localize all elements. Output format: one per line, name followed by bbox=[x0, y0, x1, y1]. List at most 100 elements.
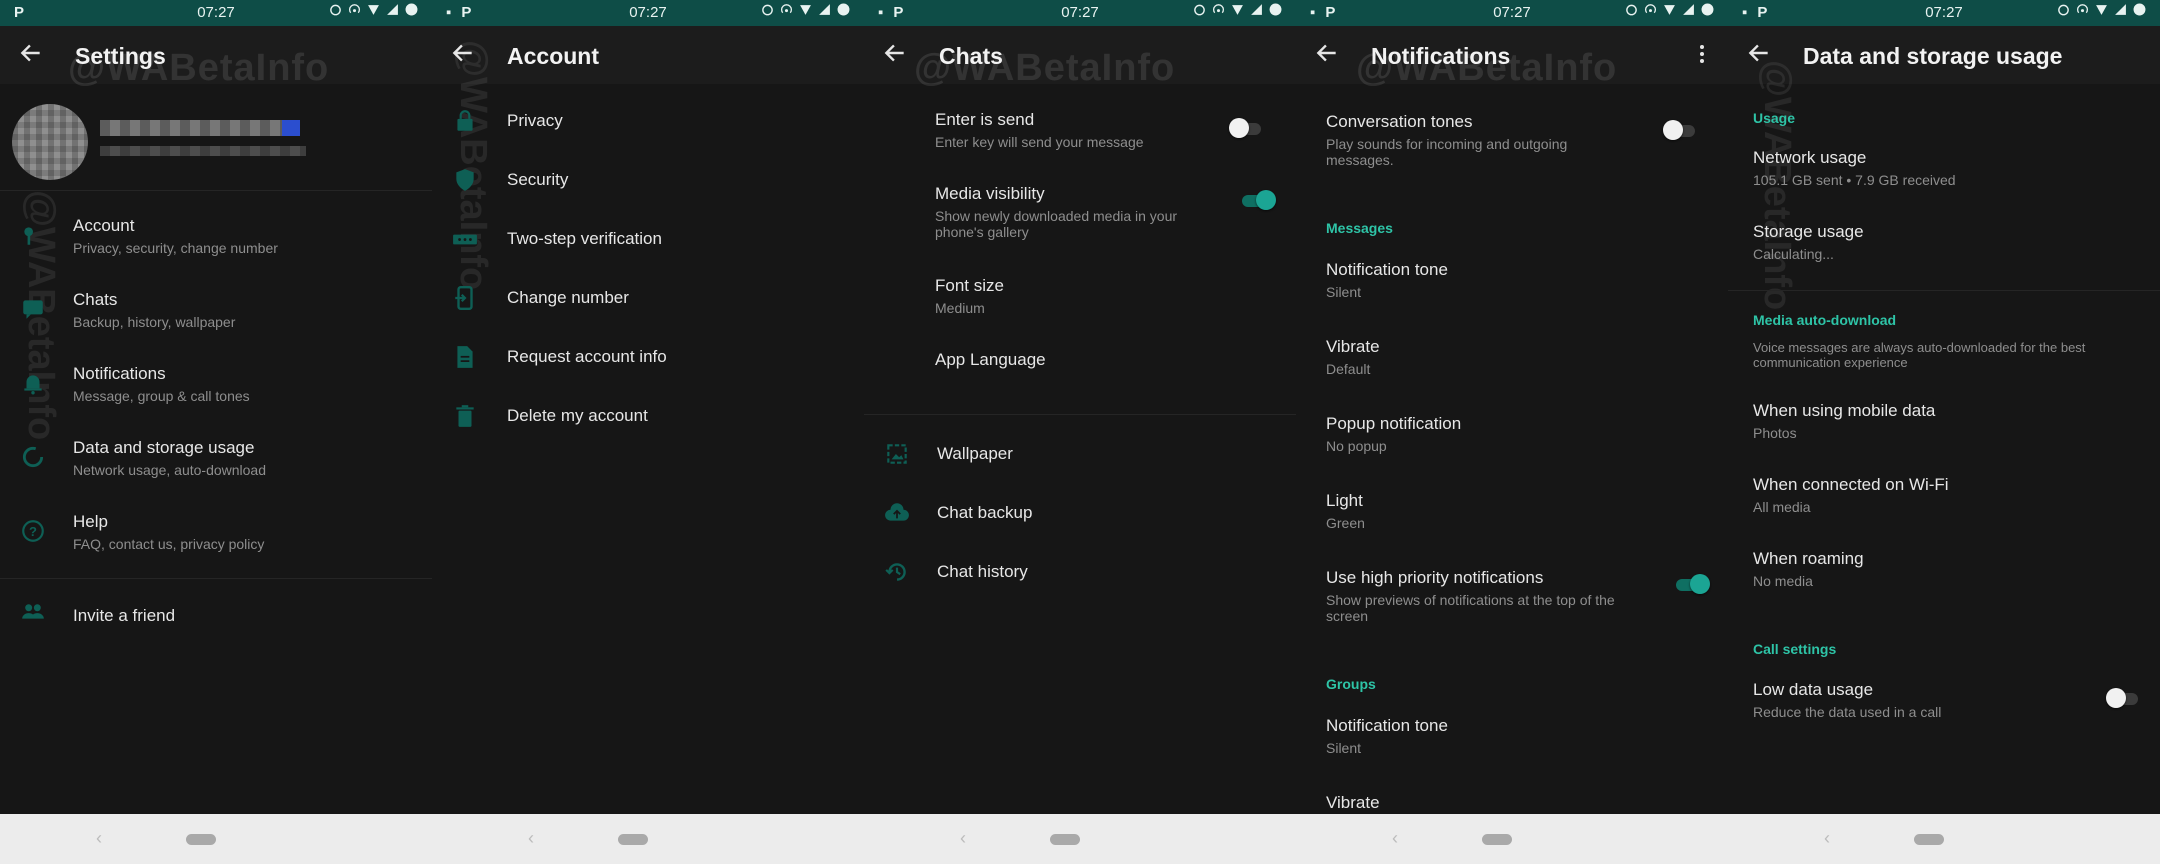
call-settings-section-header: Call settings bbox=[1753, 641, 1837, 657]
high-priority-toggle[interactable] bbox=[1674, 574, 1710, 594]
invite-friend-label: Invite a friend bbox=[73, 606, 176, 625]
back-arrow-icon[interactable] bbox=[1314, 40, 1340, 66]
auto-download-section-header: Media auto-download bbox=[1753, 312, 1897, 328]
status-right-icons bbox=[329, 3, 418, 16]
media-visibility-label: Media visibility bbox=[935, 184, 1045, 203]
nav-home-pill[interactable] bbox=[1914, 834, 1944, 845]
data-usage-icon bbox=[22, 446, 44, 468]
account-item-change-number[interactable]: Change number bbox=[432, 281, 864, 315]
media-visibility-item[interactable]: Media visibility Show newly downloaded m… bbox=[864, 182, 1296, 246]
nav-home-pill[interactable] bbox=[1482, 834, 1512, 845]
battery-icon bbox=[2133, 3, 2146, 16]
conversation-tones-sub: Play sounds for incoming and outgoing me… bbox=[1326, 136, 1568, 168]
status-right-icons bbox=[1193, 3, 1282, 16]
settings-item-label: Notifications bbox=[73, 364, 166, 383]
nav-home-pill[interactable] bbox=[618, 834, 648, 845]
watermark: @WABetaInfo bbox=[914, 47, 1176, 89]
nav-back-icon[interactable]: ‹ bbox=[96, 828, 102, 849]
settings-item-sub: Backup, history, wallpaper bbox=[73, 314, 236, 330]
conversation-tones-toggle[interactable] bbox=[1663, 120, 1697, 140]
mobile-data-item[interactable]: When using mobile data Photos bbox=[1728, 401, 2160, 447]
account-screen: ▪ P 07:27 Account @WABetaInfo Privacy Se… bbox=[432, 0, 864, 864]
account-item-privacy[interactable]: Privacy bbox=[432, 104, 864, 138]
storage-usage-item[interactable]: Storage usage Calculating... bbox=[1728, 222, 2160, 268]
cloud-upload-icon bbox=[885, 503, 909, 521]
back-arrow-icon[interactable] bbox=[882, 40, 908, 66]
wifi-icon bbox=[1232, 5, 1243, 15]
enter-is-send-toggle[interactable] bbox=[1229, 118, 1263, 138]
message-notification-tone-item[interactable]: Notification tone Silent bbox=[1296, 258, 1728, 304]
more-options-icon[interactable] bbox=[1698, 42, 1706, 66]
nav-back-icon[interactable]: ‹ bbox=[528, 828, 534, 849]
status-bar: P 07:27 bbox=[0, 0, 432, 26]
app-language-item[interactable]: App Language bbox=[864, 348, 1296, 378]
wifi-icon bbox=[800, 5, 811, 15]
status-bar: ▪ P 07:27 bbox=[1728, 0, 2160, 26]
divider bbox=[0, 190, 432, 191]
setting-value: No media bbox=[1753, 573, 1813, 589]
status-right-icons bbox=[2057, 3, 2146, 16]
account-item-security[interactable]: Security bbox=[432, 163, 864, 197]
media-visibility-toggle[interactable] bbox=[1240, 190, 1276, 210]
signal-icon bbox=[1683, 4, 1694, 15]
roaming-item[interactable]: When roaming No media bbox=[1728, 549, 2160, 595]
nav-home-pill[interactable] bbox=[1050, 834, 1080, 845]
enter-is-send-sub: Enter key will send your message bbox=[935, 134, 1144, 150]
settings-item-label: Help bbox=[73, 512, 108, 531]
account-item-label: Privacy bbox=[507, 111, 563, 130]
low-data-usage-item[interactable]: Low data usage Reduce the data used in a… bbox=[1728, 680, 2160, 726]
nav-back-icon[interactable]: ‹ bbox=[1392, 828, 1398, 849]
avatar[interactable] bbox=[12, 104, 88, 180]
conversation-tones-item[interactable]: Conversation tones Play sounds for incom… bbox=[1296, 110, 1728, 168]
watermark: @WABetaInfo bbox=[68, 47, 330, 89]
group-notification-tone-item[interactable]: Notification tone Silent bbox=[1296, 714, 1728, 760]
back-arrow-icon[interactable] bbox=[18, 40, 44, 66]
nav-back-icon[interactable]: ‹ bbox=[960, 828, 966, 849]
settings-item-sub: Message, group & call tones bbox=[73, 388, 250, 404]
profile-name-blurred[interactable] bbox=[100, 120, 300, 136]
account-item-request-info[interactable]: Request account info bbox=[432, 340, 864, 374]
wallpaper-label: Wallpaper bbox=[937, 444, 1013, 463]
nav-back-icon[interactable]: ‹ bbox=[1824, 828, 1830, 849]
status-bar: ▪ P 07:27 bbox=[1296, 0, 1728, 26]
setting-label: Popup notification bbox=[1326, 414, 1462, 433]
setting-value: All media bbox=[1753, 499, 1811, 515]
data-storage-screen: ▪ P 07:27 Data and storage usage @WABeta… bbox=[1728, 0, 2160, 864]
page-title: Account bbox=[507, 43, 599, 69]
divider bbox=[864, 414, 1296, 415]
light-item[interactable]: Light Green bbox=[1296, 489, 1728, 535]
chat-history-item[interactable]: Chat history bbox=[864, 555, 1296, 589]
setting-label: Storage usage bbox=[1753, 222, 1864, 241]
battery-icon bbox=[837, 3, 850, 16]
groups-section-header: Groups bbox=[1326, 676, 1376, 692]
group-vibrate-item[interactable]: Vibrate bbox=[1296, 791, 1728, 815]
setting-label: Notification tone bbox=[1326, 260, 1448, 279]
wifi-item[interactable]: When connected on Wi-Fi All media bbox=[1728, 475, 2160, 521]
wifi-icon bbox=[1664, 5, 1675, 15]
high-priority-sub: Show previews of notifications at the to… bbox=[1326, 592, 1615, 624]
screens-container: P 07:27 Settings @WABetaInfo @WABetaInfo bbox=[0, 0, 2160, 864]
lock-icon bbox=[457, 110, 473, 131]
high-priority-item[interactable]: Use high priority notifications Show pre… bbox=[1296, 566, 1728, 628]
message-vibrate-item[interactable]: Vibrate Default bbox=[1296, 335, 1728, 381]
enter-is-send-item[interactable]: Enter is send Enter key will send your m… bbox=[864, 108, 1296, 158]
setting-label: When connected on Wi-Fi bbox=[1753, 475, 1949, 494]
popup-notification-item[interactable]: Popup notification No popup bbox=[1296, 412, 1728, 458]
settings-item-sub: FAQ, contact us, privacy policy bbox=[73, 536, 265, 552]
low-data-usage-toggle[interactable] bbox=[2106, 688, 2140, 708]
nav-home-pill[interactable] bbox=[186, 834, 216, 845]
notifications-screen: ▪ P 07:27 Notifications @WABetaInfo Conv… bbox=[1296, 0, 1728, 864]
chat-backup-item[interactable]: Chat backup bbox=[864, 496, 1296, 530]
setting-value: 105.1 GB sent • 7.9 GB received bbox=[1753, 172, 1956, 188]
account-item-two-step[interactable]: Two-step verification bbox=[432, 222, 864, 256]
account-item-delete[interactable]: Delete my account bbox=[432, 399, 864, 433]
network-usage-item[interactable]: Network usage 105.1 GB sent • 7.9 GB rec… bbox=[1728, 148, 2160, 194]
setting-label: When roaming bbox=[1753, 549, 1864, 568]
hotspot-icon bbox=[2076, 4, 2089, 14]
alarm-icon bbox=[1626, 4, 1637, 16]
wallpaper-item[interactable]: Wallpaper bbox=[864, 437, 1296, 471]
app-bar: Account bbox=[432, 26, 864, 84]
font-size-item[interactable]: Font size Medium bbox=[864, 274, 1296, 320]
setting-value: Silent bbox=[1326, 284, 1362, 300]
hotspot-icon bbox=[1644, 4, 1657, 14]
